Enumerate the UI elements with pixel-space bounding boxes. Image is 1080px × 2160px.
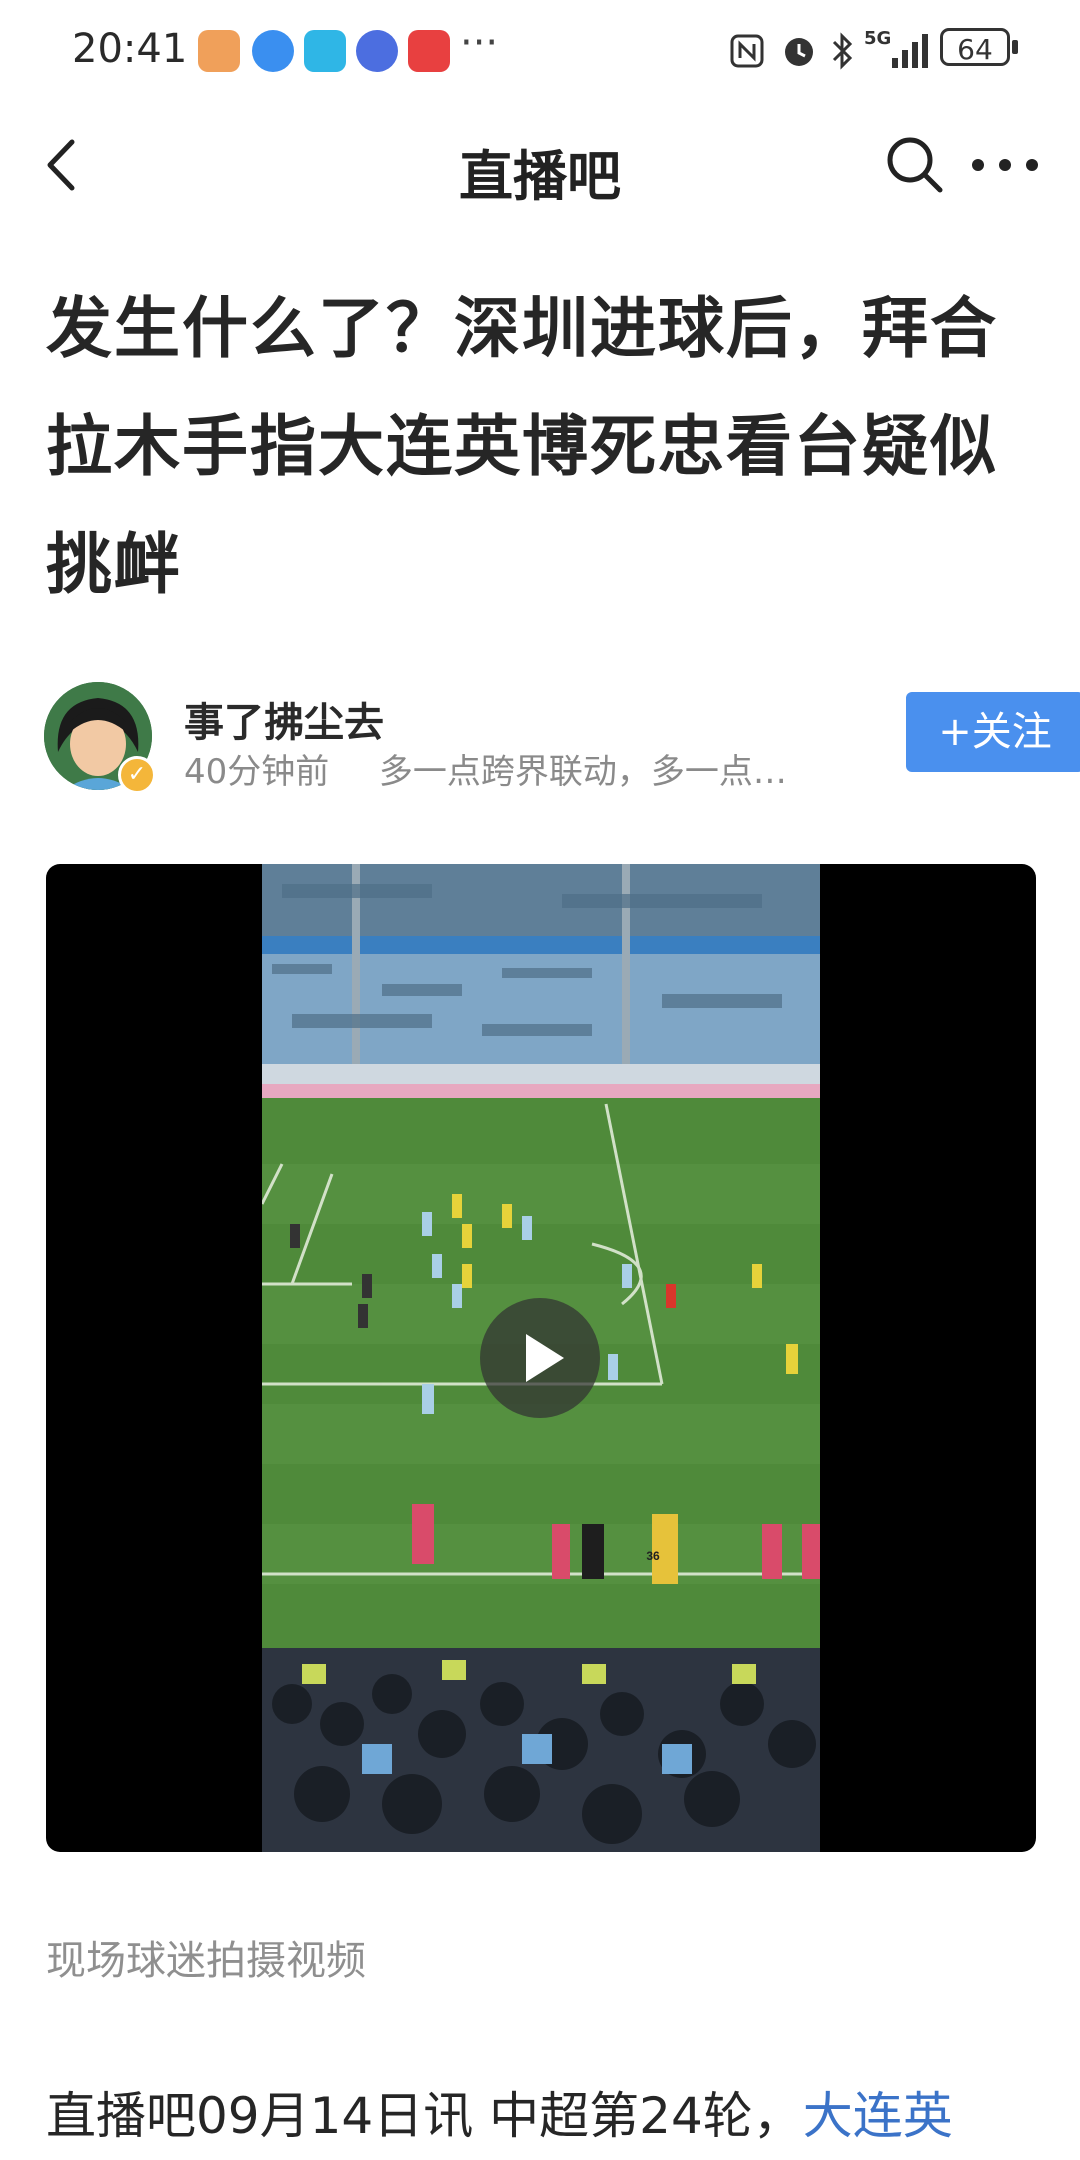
play-icon [526, 1334, 564, 1382]
alarm-icon [785, 38, 813, 66]
nfc-icon [730, 34, 764, 68]
author-name[interactable]: 事了拂尘去 [184, 690, 384, 748]
author-row: ✓ 事了拂尘去 40分钟前 多一点跨界联动，多一点… +关注 [44, 682, 1080, 794]
search-icon[interactable] [880, 130, 950, 200]
book-icon [304, 30, 346, 72]
top-nav: 直播吧 [0, 110, 1080, 220]
play-button[interactable] [480, 1298, 600, 1418]
body-text: 直播吧09月14日讯 中超第24轮， [46, 2087, 803, 2145]
article-headline: 发生什么了？深圳进球后，拜合拉木手指大连英博死忠看台疑似挑衅 [46, 290, 998, 603]
app-notification-icon [198, 30, 240, 72]
battery-level: 64 [957, 33, 993, 66]
follow-button[interactable]: +关注 [906, 692, 1080, 772]
team-link[interactable]: 大连英 [803, 2087, 953, 2145]
author-meta: 40分钟前 多一点跨界联动，多一点… [184, 744, 787, 793]
planet-icon [356, 30, 398, 72]
status-time: 20:41 [72, 26, 188, 72]
battery-tip [1012, 40, 1018, 54]
article-body: 直播吧09月14日讯 中超第24轮，大连英 [46, 2076, 953, 2148]
status-bar: 20:41 ··· 5G 64 [0, 0, 1080, 100]
video-caption: 现场球迷拍摄视频 [46, 1938, 366, 1984]
battery-indicator: 64 [940, 28, 1010, 66]
network-type-label: 5G [864, 28, 892, 49]
app-notification-icon [252, 30, 294, 72]
video-player[interactable]: 36 [46, 864, 1036, 1852]
jersey-number: 36 [646, 1549, 660, 1563]
more-notifications-icon: ··· [460, 20, 499, 66]
author-bio: 多一点跨界联动，多一点… [378, 752, 787, 792]
post-time: 40分钟前 [184, 752, 330, 792]
verified-badge-icon: ✓ [118, 756, 156, 794]
more-options-icon[interactable] [960, 130, 1050, 200]
bluetooth-icon [832, 32, 853, 70]
shop-icon [408, 30, 450, 72]
signal-icon [892, 34, 928, 68]
